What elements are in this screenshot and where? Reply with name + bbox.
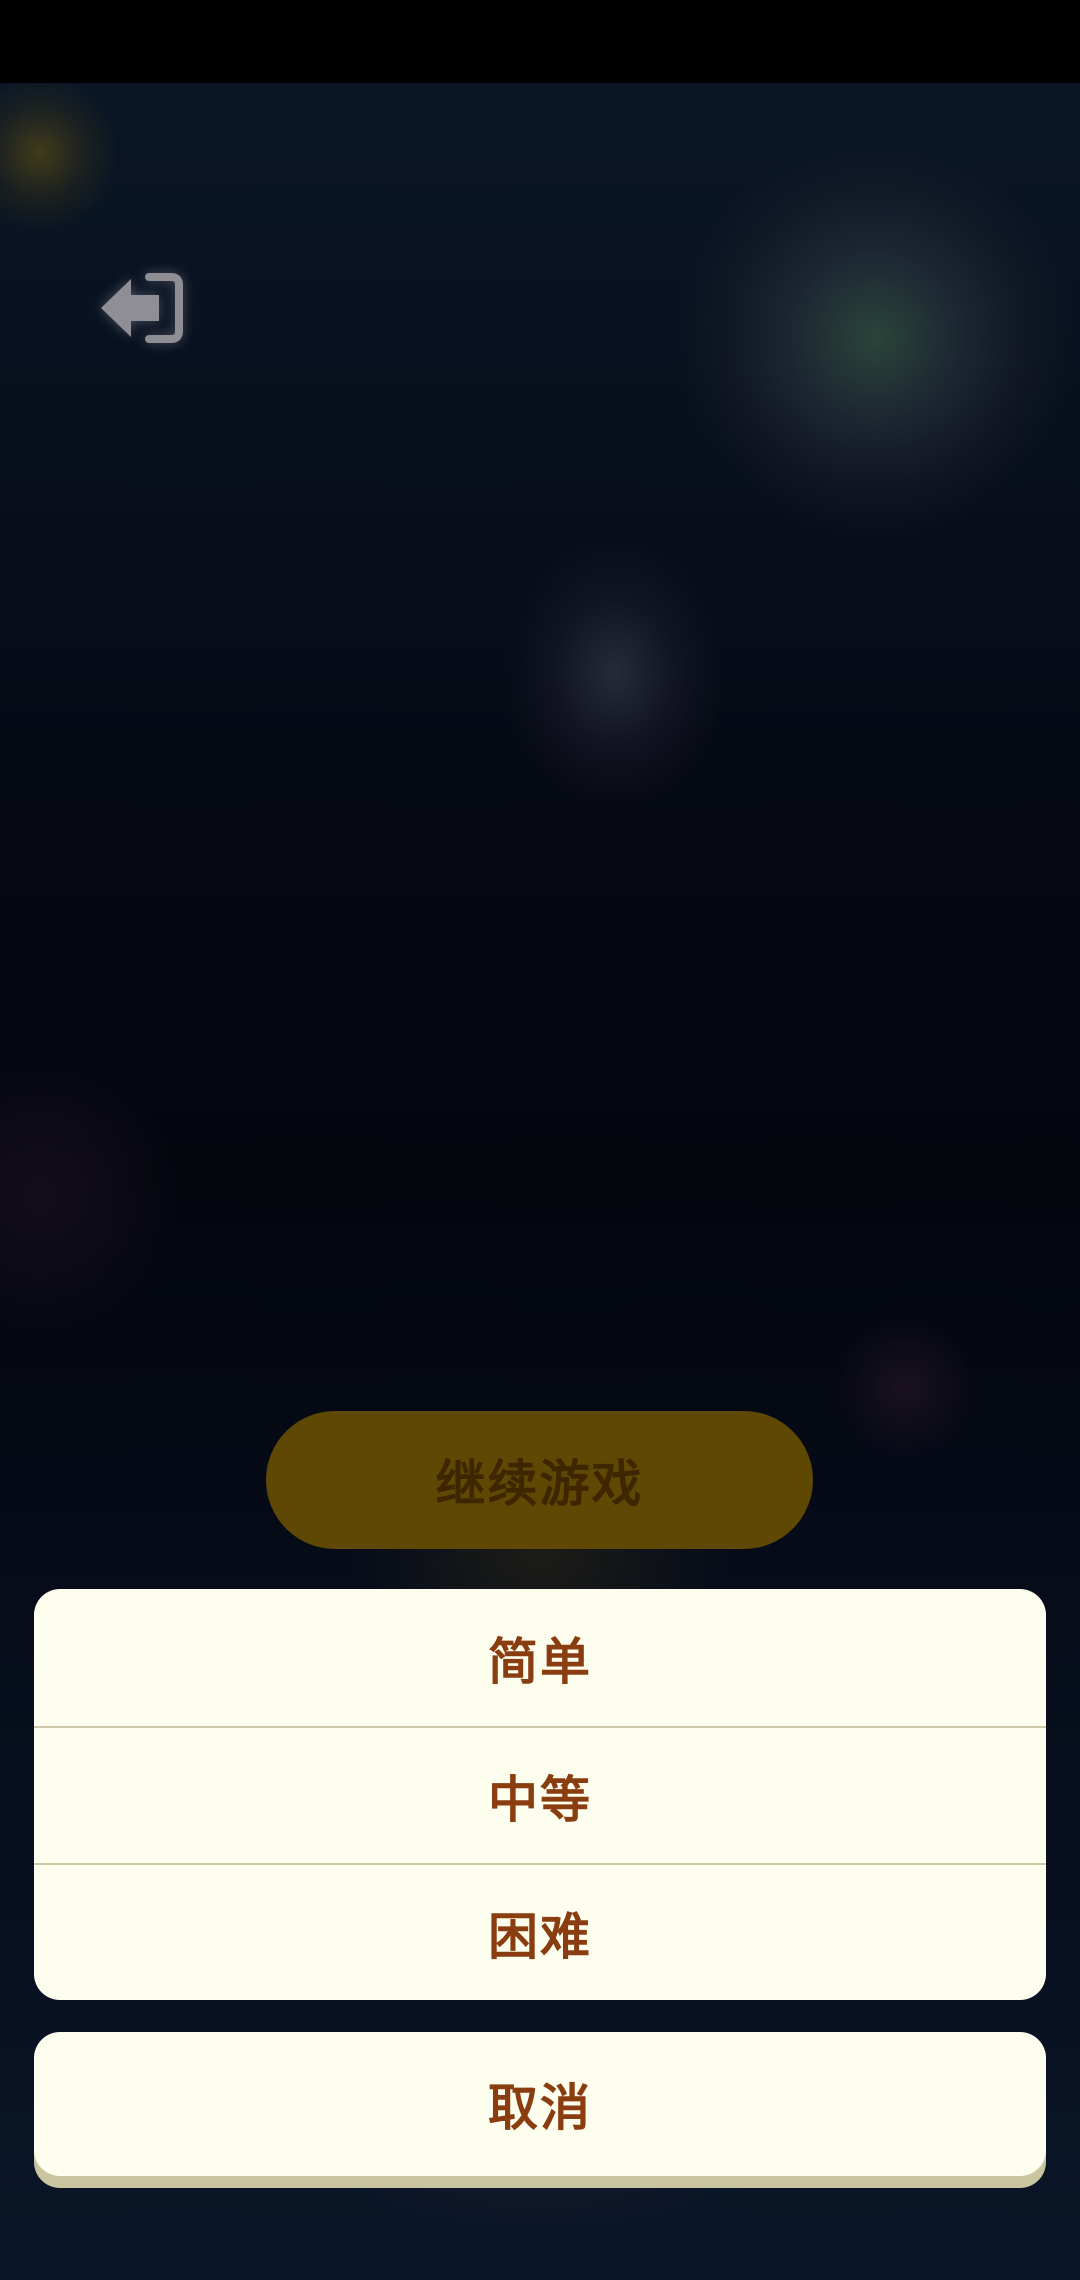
continue-game-button[interactable]: 继续游戏 [266,1411,813,1549]
difficulty-easy-option[interactable]: 简单 [34,1589,1046,1726]
difficulty-medium-option[interactable]: 中等 [34,1726,1046,1863]
cancel-button[interactable]: 取消 [34,2032,1046,2176]
difficulty-action-sheet: 简单 中等 困难 [34,1589,1046,2000]
status-bar [0,0,1080,83]
game-screen: 继续游戏 简单 中等 困难 取消 [0,0,1080,2280]
exit-arrow-icon[interactable] [97,269,183,347]
difficulty-hard-option[interactable]: 困难 [34,1863,1046,2000]
